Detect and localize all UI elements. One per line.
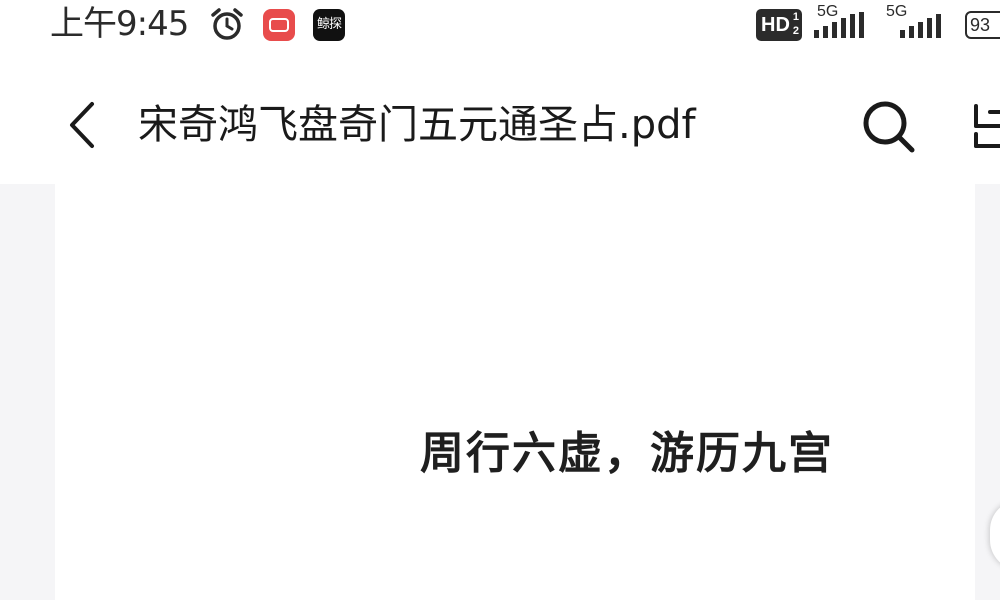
hd-label: HD: [761, 14, 790, 36]
app-icon-red: [263, 9, 295, 41]
back-icon[interactable]: [62, 98, 102, 152]
battery-level: 93: [970, 15, 991, 35]
search-icon[interactable]: [860, 98, 916, 154]
pdf-page[interactable]: 周行六虚，游历九宫: [55, 184, 975, 600]
status-time: 上午9:45: [50, 4, 189, 44]
more-icon[interactable]: [968, 100, 1000, 154]
app-icon-red-glyph: [269, 18, 289, 32]
hd-badge: HD 1 2: [756, 9, 802, 41]
app-icon-black: 鲸探: [313, 9, 345, 41]
hd-sub-top: 1: [792, 11, 799, 23]
hd-sub-bottom: 2: [792, 25, 799, 37]
document-viewer[interactable]: 周行六虚，游历九宫: [0, 184, 1000, 600]
page-heading: 周行六虚，游历九宫: [420, 428, 834, 479]
document-title: 宋奇鸿飞盘奇门五元通圣占.pdf: [138, 102, 696, 148]
screen: 上午9:45 鲸探 HD 1 2 5G 5G 93 宋奇鸿飞盘奇门五元通圣占.p…: [0, 0, 1000, 600]
signal-icon: [814, 12, 864, 38]
signal-icon: [900, 14, 941, 38]
title-bar: 宋奇鸿飞盘奇门五元通圣占.pdf: [0, 60, 1000, 184]
battery-icon: 93: [965, 11, 1000, 39]
alarm-icon: [211, 8, 243, 40]
status-bar: 上午9:45 鲸探 HD 1 2 5G 5G 93: [0, 0, 1000, 52]
